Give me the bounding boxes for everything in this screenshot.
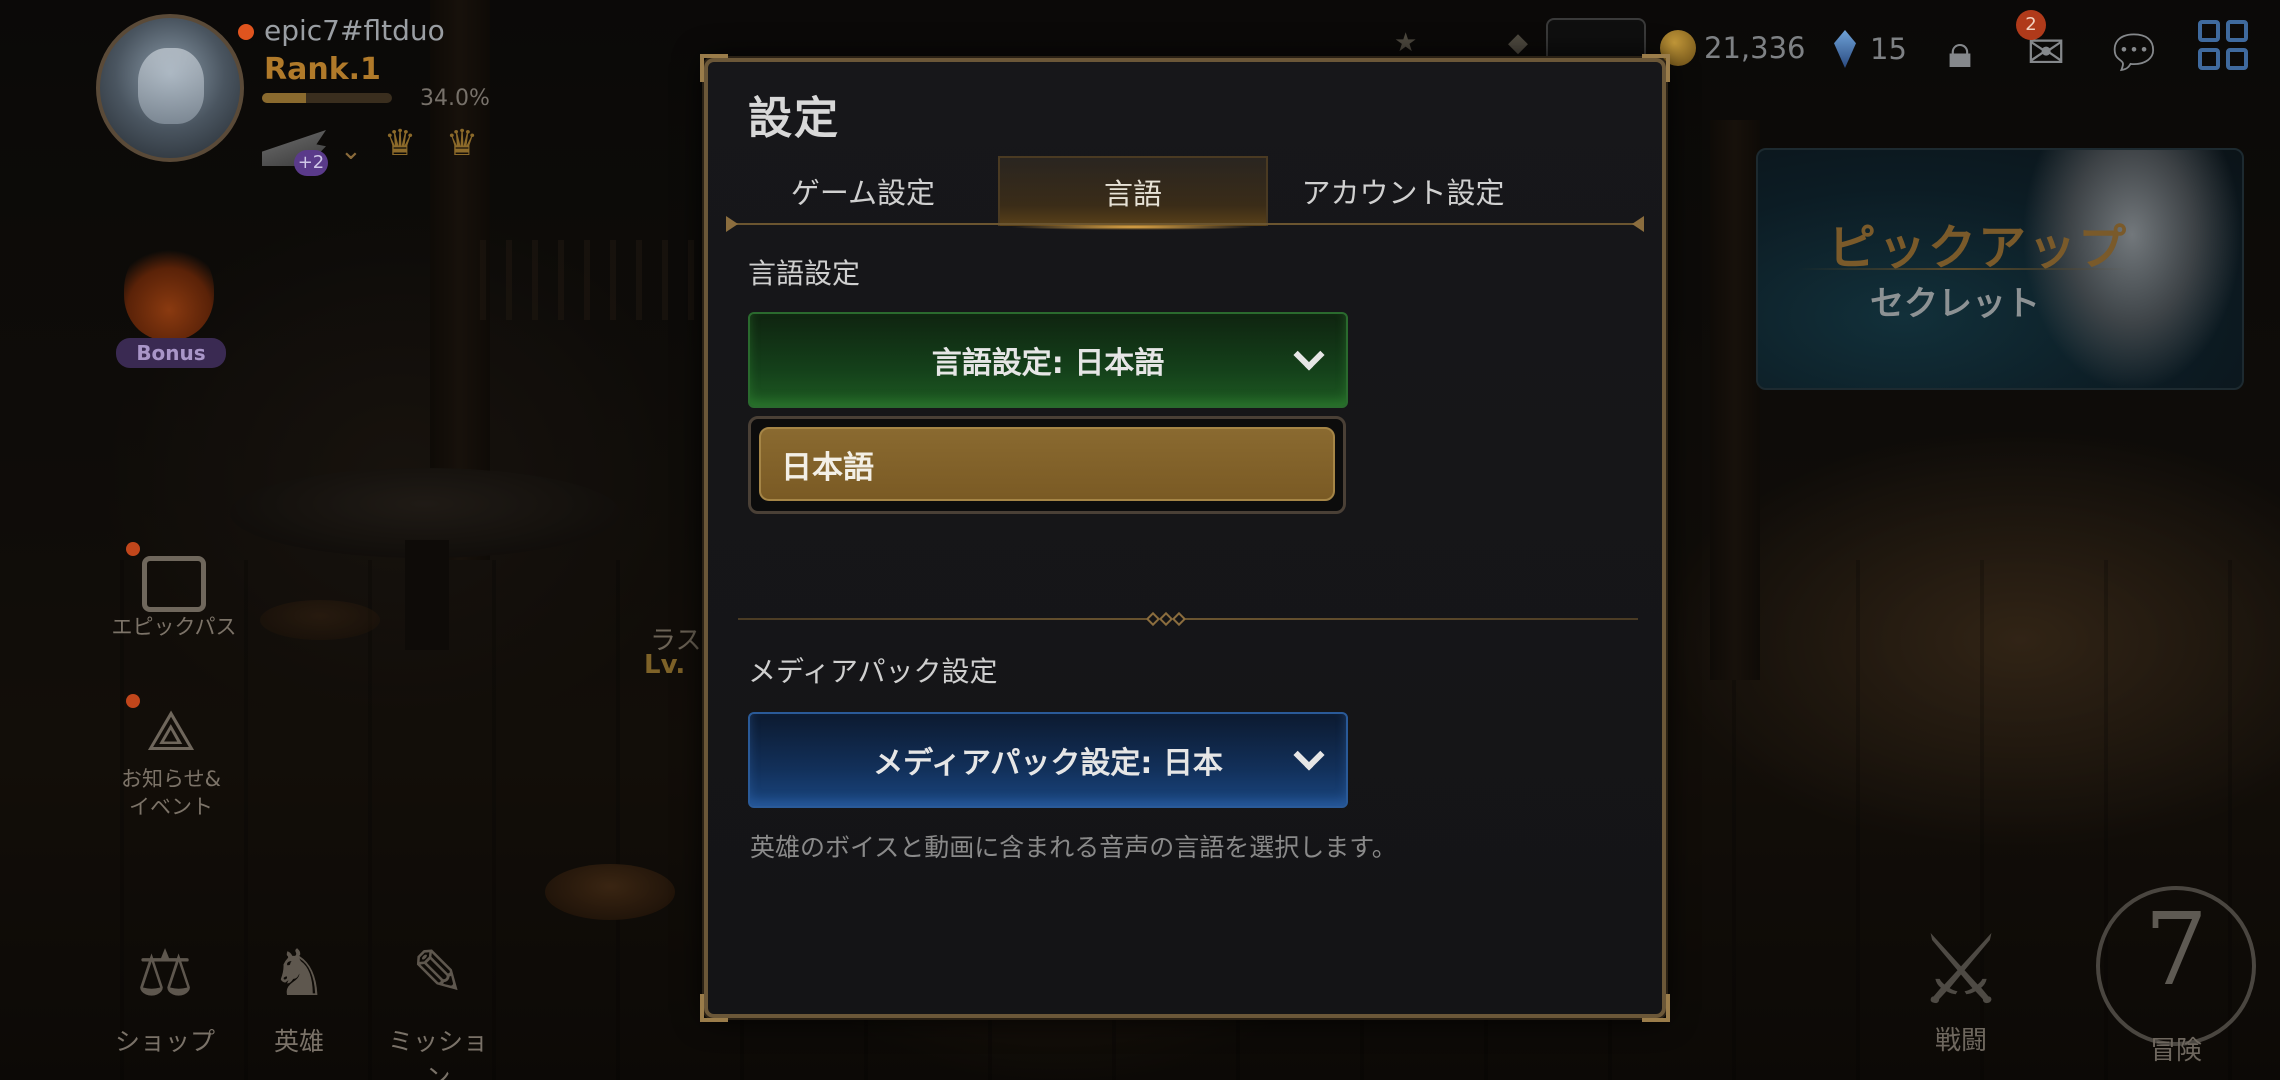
player-rank: Rank.1 bbox=[264, 52, 381, 87]
bonus-badge[interactable]: Bonus bbox=[116, 338, 226, 368]
media-pack-dropdown-value: メディアパック設定: 日本 bbox=[873, 746, 1223, 781]
player-avatar[interactable] bbox=[96, 14, 244, 162]
tab-game-settings[interactable]: ゲーム設定 bbox=[728, 156, 998, 226]
language-section-label: 言語設定 bbox=[748, 257, 861, 290]
gold-display[interactable]: 21,336 bbox=[1660, 30, 1805, 66]
heroes-button[interactable]: ♞ 英雄 bbox=[244, 930, 354, 1058]
epic-pass-icon bbox=[142, 556, 206, 612]
menu-grid-icon[interactable] bbox=[2198, 20, 2248, 70]
pickup-banner[interactable]: ピックアップ セクレット bbox=[1756, 148, 2244, 390]
language-option-japanese[interactable]: 日本語 bbox=[759, 427, 1335, 501]
notification-dot bbox=[126, 542, 140, 556]
gold-amount: 21,336 bbox=[1704, 31, 1806, 65]
chat-icon[interactable]: 💬︎ bbox=[2104, 22, 2164, 82]
frame-corner bbox=[700, 54, 728, 82]
hidden-resource-star: ★ bbox=[1394, 28, 1418, 58]
news-event-icon: ⟁ bbox=[146, 699, 196, 764]
shop-label: ショップ bbox=[114, 1027, 215, 1056]
hero-icon: ♞ bbox=[270, 937, 328, 1011]
battle-swords-icon: ⚔ bbox=[1918, 914, 2005, 1026]
divider-ornament bbox=[1136, 608, 1196, 630]
frame-corner bbox=[700, 994, 728, 1022]
lock-icon[interactable]: 🔒︎ bbox=[1930, 22, 1990, 82]
exp-percent: 34.0% bbox=[420, 86, 490, 111]
episode-number: 7 bbox=[2144, 891, 2208, 1008]
heroes-label: 英雄 bbox=[273, 1027, 324, 1056]
pickup-subtitle: セクレット bbox=[1870, 284, 2040, 324]
mission-scroll-icon: ✎ bbox=[411, 937, 465, 1011]
crown-icon[interactable]: ♛ bbox=[378, 124, 422, 164]
media-section-label: メディアパック設定 bbox=[748, 655, 998, 688]
tab-underline bbox=[726, 216, 1644, 232]
mail-count-badge: 2 bbox=[2016, 10, 2046, 40]
chevron-down-icon[interactable]: ⌄ bbox=[340, 136, 362, 166]
chevron-down-icon bbox=[1293, 739, 1325, 771]
exp-bar bbox=[262, 93, 392, 103]
user-name: epic7#fltduo bbox=[264, 14, 445, 47]
wing-level-badge: +2 bbox=[294, 150, 328, 176]
language-dropdown-value: 言語設定: 日本語 bbox=[931, 346, 1165, 381]
hidden-resource-gem: ◆ bbox=[1508, 28, 1528, 58]
settings-tabs: ゲーム設定 言語 アカウント設定 bbox=[728, 154, 1646, 230]
epic-pass-label: エピックパス bbox=[111, 615, 237, 639]
shop-button[interactable]: ⚖ ショップ bbox=[110, 930, 220, 1058]
settings-title: 設定 bbox=[748, 93, 840, 144]
battle-button[interactable]: ⚔ 戦闘 bbox=[1918, 920, 2004, 1057]
pickup-divider bbox=[1798, 268, 2128, 270]
crown-icon[interactable]: ♛ bbox=[440, 124, 484, 164]
epic-pass-button[interactable]: エピックパス bbox=[104, 556, 244, 640]
news-line-2: イベント bbox=[129, 795, 213, 819]
online-indicator bbox=[238, 24, 254, 40]
media-pack-hint: 英雄のボイスと動画に含まれる音声の言語を選択します。 bbox=[750, 833, 1397, 862]
bonus-flame-icon[interactable] bbox=[124, 240, 214, 340]
crystal-icon bbox=[1834, 30, 1856, 68]
exp-bar-fill bbox=[262, 93, 307, 103]
frame-corner bbox=[1642, 54, 1670, 82]
crystal-amount: 15 bbox=[1870, 32, 1907, 66]
crystal-display[interactable]: 15 bbox=[1834, 30, 1907, 68]
chevron-down-icon bbox=[1293, 339, 1325, 371]
missions-label: ミッション bbox=[387, 1027, 488, 1080]
settings-modal: 設定 ゲーム設定 言語 アカウント設定 言語設定 言語設定: 日本語 日本語 メ… bbox=[700, 54, 1670, 1022]
adventure-button[interactable]: 7 冒険 bbox=[2096, 886, 2256, 1066]
media-pack-dropdown[interactable]: メディアパック設定: 日本 bbox=[748, 712, 1348, 808]
language-options-list: 日本語 bbox=[748, 416, 1346, 514]
tab-account-settings[interactable]: アカウント設定 bbox=[1268, 156, 1538, 226]
adventure-label: 冒険 bbox=[2149, 1036, 2202, 1066]
tab-language[interactable]: 言語 bbox=[998, 156, 1268, 230]
background-partial-level: Lv. bbox=[644, 650, 686, 680]
news-event-button[interactable]: ⟁ お知らせ& イベント bbox=[96, 699, 246, 820]
news-line-1: お知らせ& bbox=[121, 767, 221, 791]
shop-scale-icon: ⚖ bbox=[136, 937, 194, 1011]
language-dropdown[interactable]: 言語設定: 日本語 bbox=[748, 312, 1348, 408]
missions-button[interactable]: ✎ ミッション bbox=[378, 930, 498, 1080]
frame-corner bbox=[1642, 994, 1670, 1022]
